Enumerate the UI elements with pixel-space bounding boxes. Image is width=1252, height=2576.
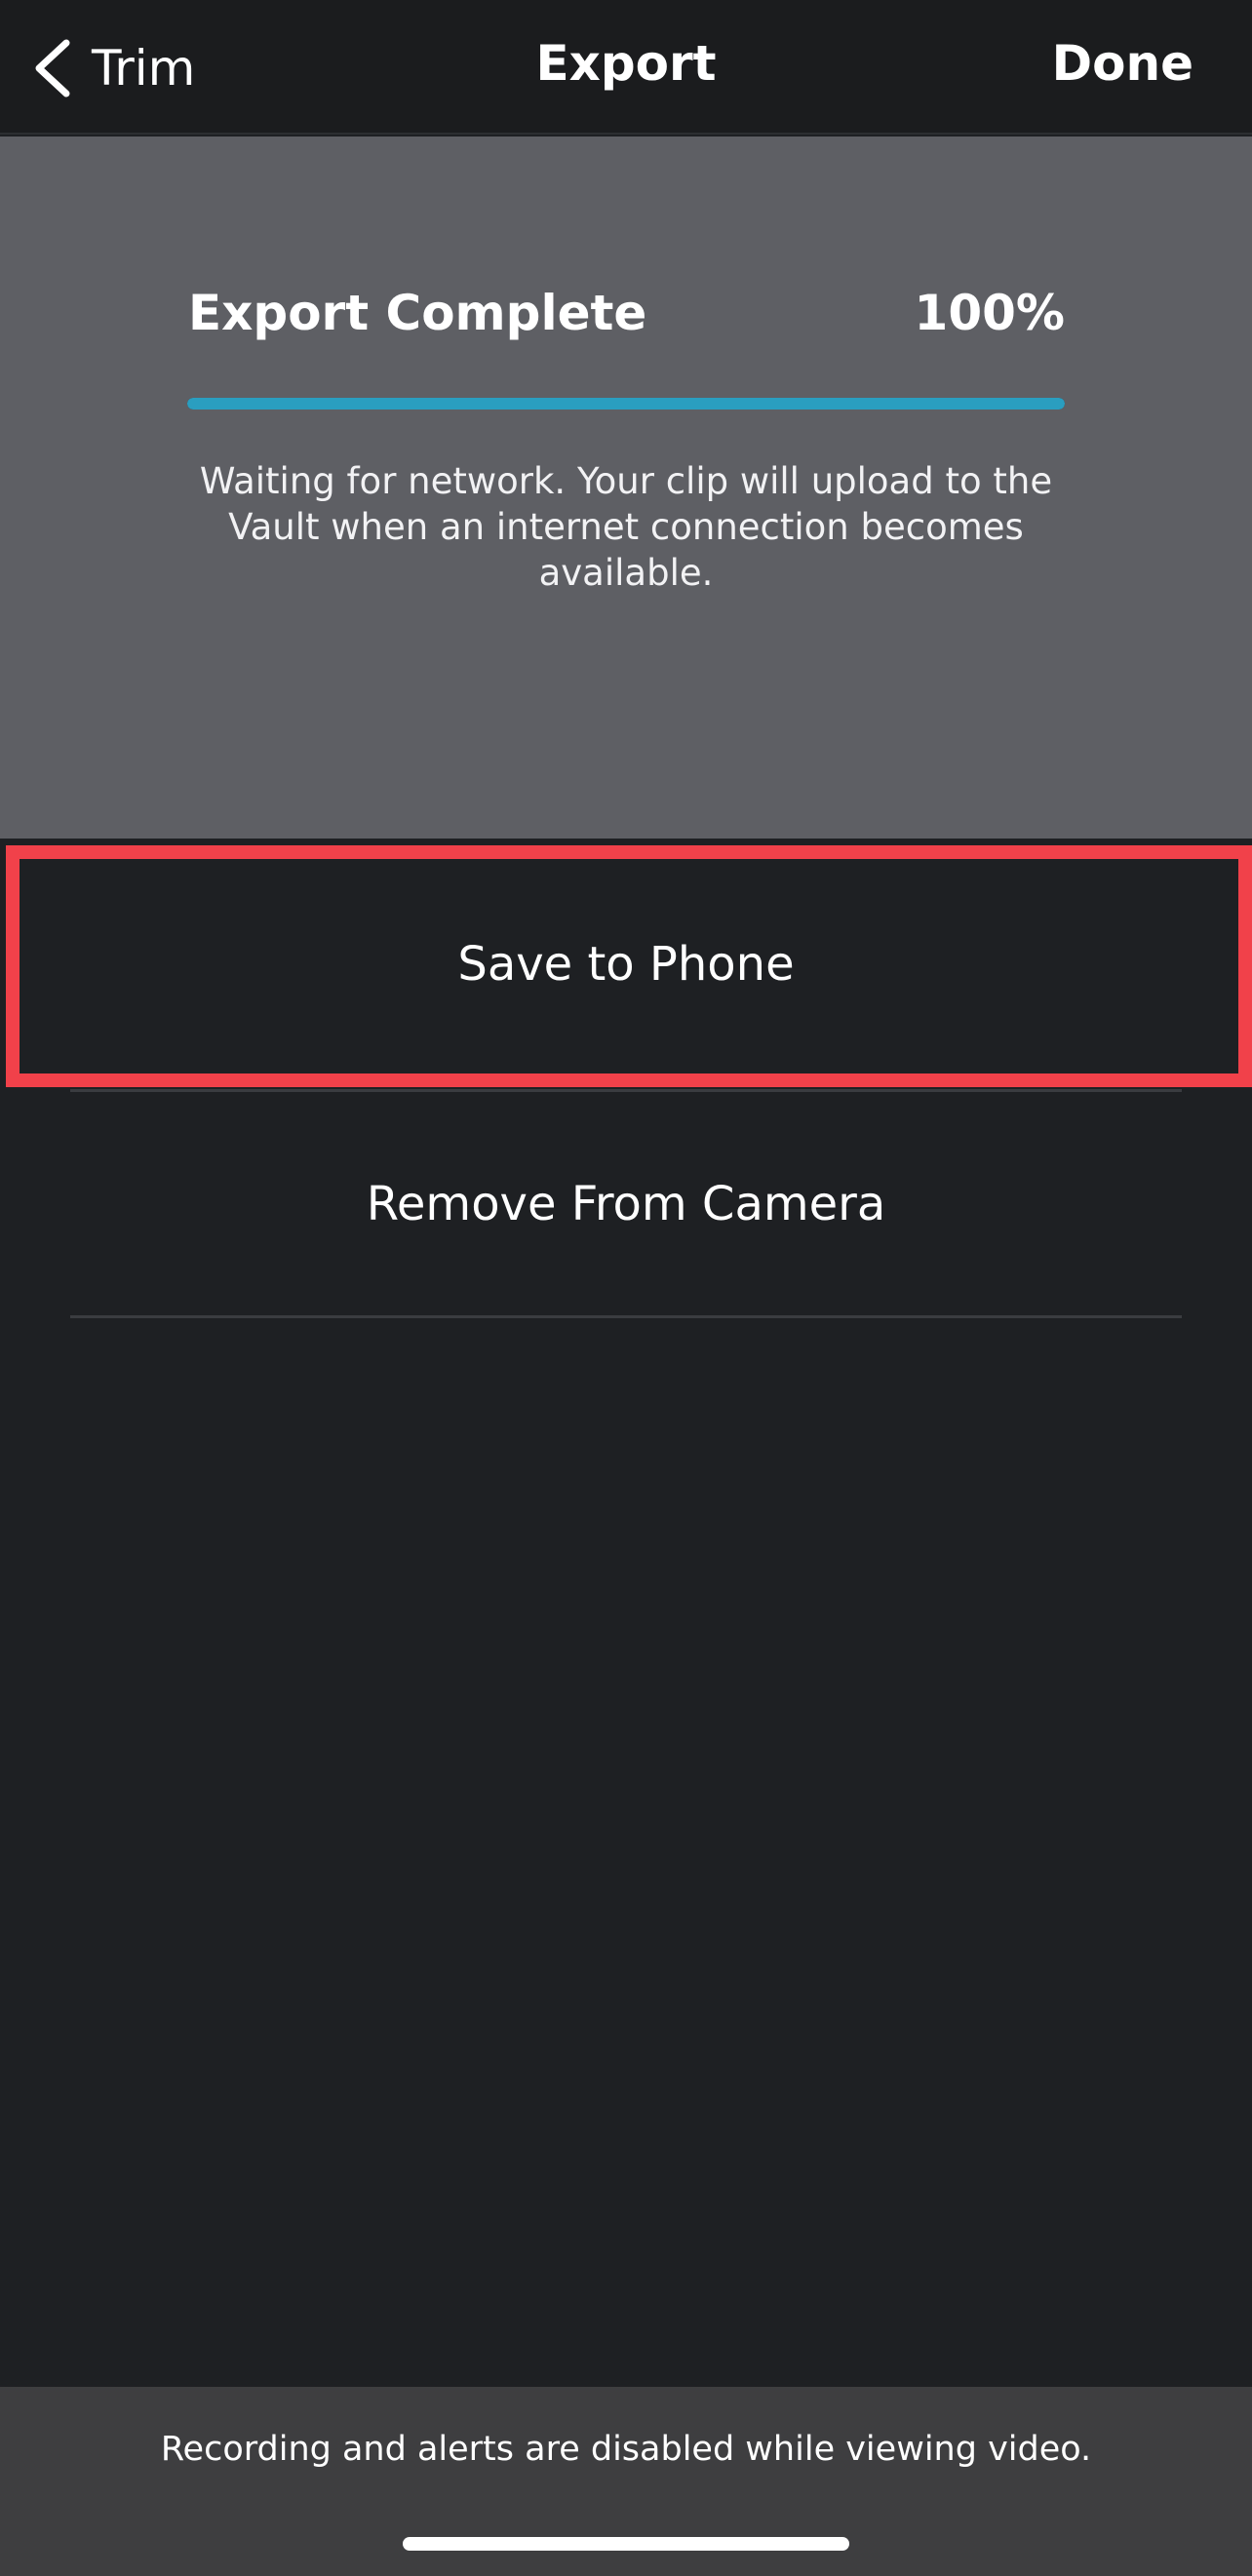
divider — [70, 1315, 1182, 1318]
export-screen: Trim Export Done Export Complete 100% Wa… — [0, 0, 1252, 2576]
save-to-phone-button[interactable]: Save to Phone — [0, 839, 1252, 1090]
remove-from-camera-button[interactable]: Remove From Camera — [0, 1092, 1252, 1316]
chevron-left-icon — [29, 37, 74, 99]
footer-notice: Recording and alerts are disabled while … — [160, 2430, 1092, 2469]
page-title: Export — [535, 35, 717, 92]
export-status-title: Export Complete — [188, 285, 647, 341]
back-button-label: Trim — [92, 40, 196, 97]
done-button[interactable]: Done — [1052, 35, 1193, 92]
export-progress-bar — [187, 398, 1065, 410]
export-status-panel: Export Complete 100% Waiting for network… — [0, 137, 1252, 839]
navigation-bar: Trim Export Done — [0, 0, 1252, 135]
home-indicator[interactable] — [403, 2537, 849, 2551]
back-button[interactable]: Trim — [29, 29, 195, 107]
remove-from-camera-label: Remove From Camera — [366, 1177, 886, 1231]
save-to-phone-label: Save to Phone — [457, 937, 795, 992]
export-progress-percent: 100% — [914, 285, 1065, 341]
export-progress-fill — [187, 398, 1065, 410]
export-status-message: Waiting for network. Your clip will uplo… — [199, 460, 1053, 594]
